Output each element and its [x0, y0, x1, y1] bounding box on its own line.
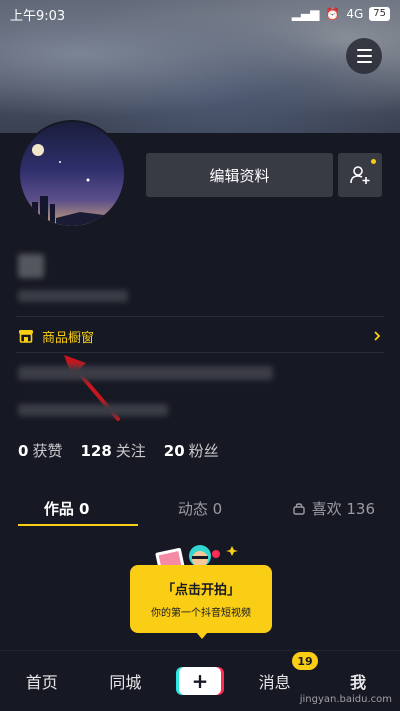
blurred-nickname	[18, 254, 44, 278]
blurred-bio-line-1	[18, 366, 273, 380]
battery-icon: 75	[369, 7, 390, 21]
notification-dot	[371, 159, 376, 164]
stat-followers[interactable]: 20 粉丝	[164, 440, 219, 461]
status-bar: 上午9:03 ▂▄▆ ⏰ 4G 75	[0, 0, 400, 28]
message-count-badge: 19	[292, 652, 318, 670]
nav-messages[interactable]: 消息	[245, 669, 305, 693]
stat-likes[interactable]: 0 获赞	[18, 440, 62, 461]
nav-me[interactable]: 我	[328, 669, 388, 693]
lock-icon	[292, 503, 305, 515]
edit-profile-button[interactable]: 编辑资料	[146, 153, 333, 197]
content-tabs: 作品 0 动态 0 喜欢 136	[0, 490, 400, 526]
blurred-douyin-id	[18, 290, 128, 302]
menu-button[interactable]	[346, 38, 382, 74]
menu-icon	[356, 49, 372, 51]
active-tab-indicator	[18, 524, 138, 526]
promo-title: 「点击开拍」	[161, 583, 240, 598]
nav-nearby[interactable]: 同城	[95, 669, 155, 693]
shop-icon	[19, 330, 33, 343]
divider-top	[16, 316, 384, 317]
avatar[interactable]	[18, 120, 126, 228]
watermark: jingyan.baidu.com	[299, 694, 392, 705]
avatar-image	[32, 144, 124, 226]
start-shooting-prompt[interactable]: 「点击开拍」 你的第一个抖音短视频	[130, 565, 272, 633]
tab-likes[interactable]: 喜欢 136	[267, 490, 400, 526]
status-indicators: ▂▄▆ ⏰ 4G 75	[292, 7, 390, 21]
shop-window-label: 商品橱窗	[42, 330, 95, 346]
nav-home[interactable]: 首页	[12, 669, 72, 693]
tab-moments[interactable]: 动态 0	[133, 490, 266, 526]
alarm-icon: ⏰	[325, 7, 341, 21]
status-time: 上午9:03	[10, 8, 66, 24]
promo-subtitle: 你的第一个抖音短视频	[151, 608, 251, 619]
add-friend-button[interactable]	[338, 153, 382, 197]
add-friend-icon	[350, 166, 370, 184]
tab-works[interactable]: 作品 0	[0, 490, 133, 526]
signal-icon: ▂▄▆	[291, 7, 320, 21]
stat-following[interactable]: 128 关注	[80, 440, 145, 461]
network-type: 4G	[346, 7, 364, 21]
promo-pointer	[196, 632, 208, 639]
profile-stats: 0 获赞 128 关注 20 粉丝	[18, 440, 219, 461]
chevron-right-icon	[374, 331, 381, 341]
blurred-bio-line-2	[18, 404, 168, 416]
create-video-button[interactable]: +	[178, 667, 221, 695]
